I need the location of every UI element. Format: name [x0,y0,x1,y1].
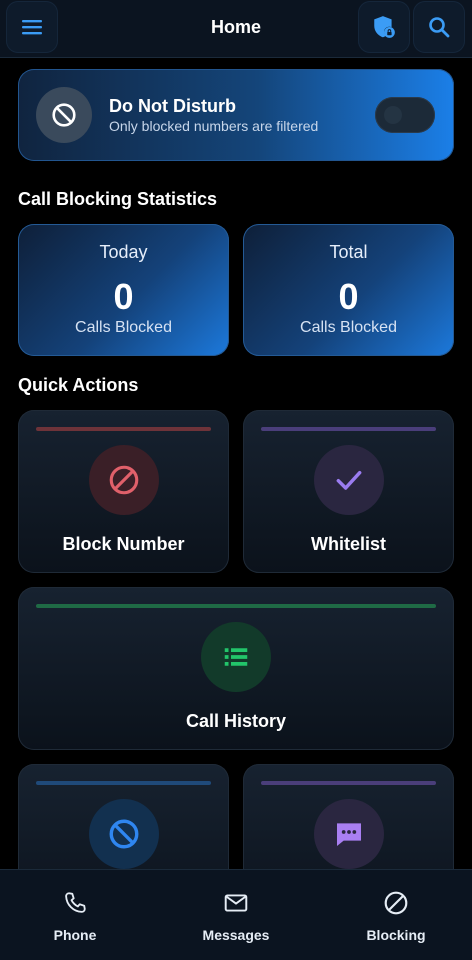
action-label: Call History [185,711,287,731]
block-number-button[interactable]: Block Number [18,410,229,573]
stat-label: Today [99,242,148,262]
nav-label: Phone [53,927,97,943]
stat-card-today[interactable]: Today 0 Calls Blocked [18,224,229,356]
stat-value: 0 [338,276,359,317]
call-history-button[interactable]: Call History [18,587,454,750]
top-app-bar: Home [0,0,472,58]
nav-item-blocking[interactable]: Blocking [326,870,466,960]
block-icon [52,103,76,127]
dnd-subtitle: Only blocked numbers are filtered [109,118,319,134]
block-icon [109,819,139,849]
stat-sublabel: Calls Blocked [75,319,172,336]
shield-lock-icon [374,16,395,38]
action-icon-circle [314,445,384,515]
check-icon [336,470,362,490]
block-icon [384,891,408,915]
message-icon [337,823,361,846]
list-icon [224,648,248,666]
action-icon-circle [89,799,159,869]
accent-bar [36,604,436,608]
nav-item-phone[interactable]: Phone [5,870,145,960]
search-icon [429,17,450,38]
stat-value: 0 [113,276,134,317]
search-button[interactable] [413,1,465,53]
phone-icon [65,892,86,913]
dnd-toggle[interactable] [375,97,435,133]
stat-sublabel: Calls Blocked [300,319,397,336]
bottom-navigation: Phone Messages Blocking [0,869,472,960]
block-icon [109,465,139,495]
accent-bar [261,781,436,785]
nav-item-messages[interactable]: Messages [166,870,306,960]
accent-bar [261,427,436,431]
action-icon-circle [201,622,271,692]
accent-bar [36,427,211,431]
whitelist-button[interactable]: Whitelist [243,410,454,573]
privacy-shield-button[interactable] [358,1,410,53]
do-not-disturb-card: Do Not Disturb Only blocked numbers are … [18,69,454,161]
dnd-title: Do Not Disturb [109,96,236,116]
action-label: Block Number [62,534,185,554]
action-label: Whitelist [311,534,386,554]
stat-label: Total [329,242,368,262]
stat-card-total[interactable]: Total 0 Calls Blocked [243,224,454,356]
dnd-icon-circle [36,87,92,143]
nav-label: Messages [202,927,270,943]
mail-icon [224,894,248,912]
nav-label: Blocking [366,927,426,943]
quick-actions-title: Quick Actions [18,375,139,395]
stats-section-title: Call Blocking Statistics [18,189,218,209]
accent-bar [36,781,211,785]
action-icon-circle [314,799,384,869]
action-icon-circle [89,445,159,515]
dnd-toggle-knob [384,106,402,124]
